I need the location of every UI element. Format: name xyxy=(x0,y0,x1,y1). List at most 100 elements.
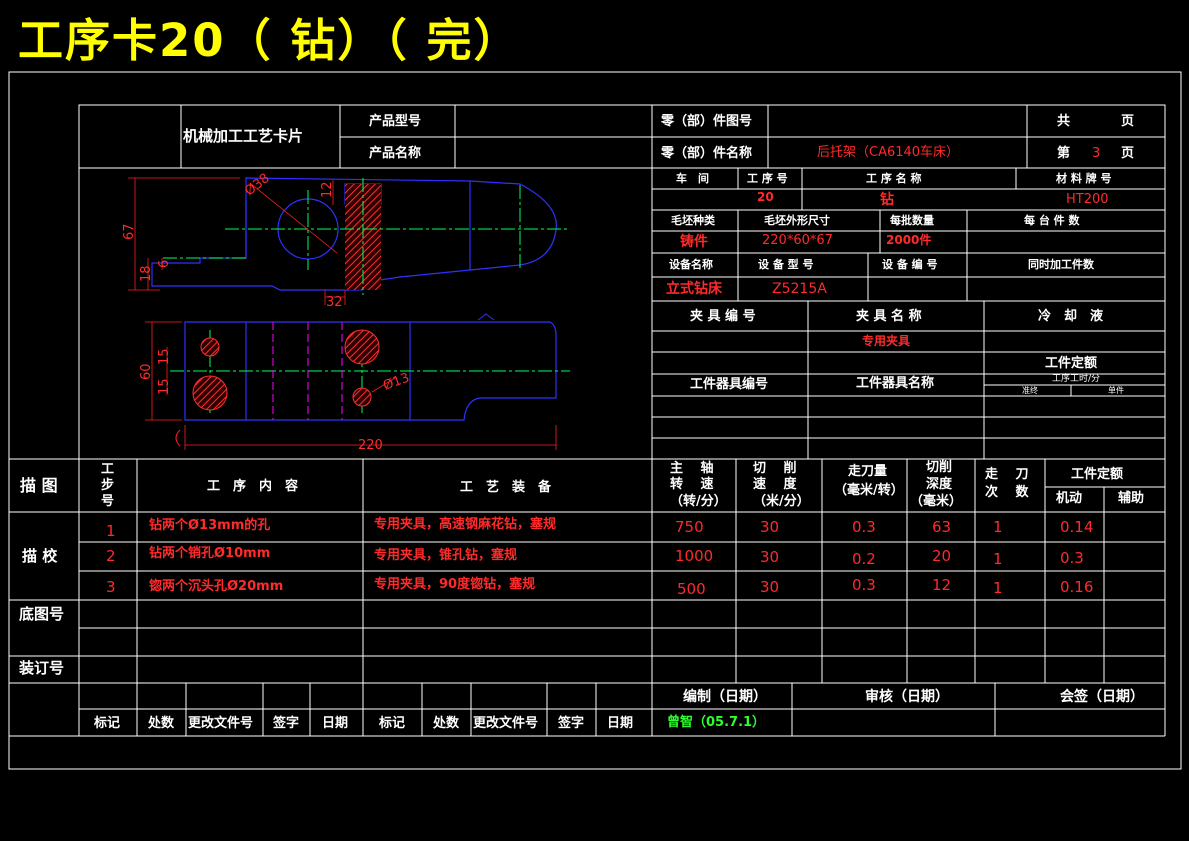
total-label: 共 xyxy=(1057,114,1071,129)
part-name-label: 零（部）件名称 xyxy=(661,146,753,161)
dim-6: 6 xyxy=(157,260,172,268)
product-model-label: 产品型号 xyxy=(369,114,422,129)
equip-no-label: 设 备 编 号 xyxy=(882,258,938,271)
step-content: 钻两个销孔Ø10mm xyxy=(149,546,271,561)
col-speed-3: （转/分） xyxy=(670,494,727,509)
tool-name-label: 工件器具名称 xyxy=(856,376,935,391)
dim-13: Ø13 xyxy=(381,371,411,394)
col-cut-1: 切 削 xyxy=(753,461,797,476)
op-name-value: 钻 xyxy=(880,192,894,208)
equip-name-label: 设备名称 xyxy=(669,258,713,271)
step-feed: 0.2 xyxy=(852,550,876,568)
hole-mark xyxy=(352,387,372,407)
prep-label: 准终 xyxy=(1022,386,1038,395)
dim-220: 220 xyxy=(358,438,383,453)
side-label-trace: 描 图 xyxy=(20,476,58,495)
dim-67: 67 xyxy=(122,223,137,240)
col-feed-2: （毫米/转） xyxy=(834,483,904,498)
step-equip: 专用夹具，锥孔钻，塞规 xyxy=(374,548,518,563)
op-no-value: 20 xyxy=(757,190,774,204)
step-no: 2 xyxy=(106,547,116,565)
material-value: HT200 xyxy=(1066,192,1109,207)
material-label: 材 料 牌 号 xyxy=(1056,172,1112,185)
product-name-label: 产品名称 xyxy=(369,146,422,161)
fixture-name-label: 夹 具 名 称 xyxy=(856,309,922,324)
step-equip: 专用夹具，高速钢麻花钻，塞规 xyxy=(374,517,557,532)
step-content: 锪两个沉头孔Ø20mm xyxy=(149,579,284,594)
dim-60: 60 xyxy=(139,363,154,380)
per-unit-label: 每 台 件 数 xyxy=(1024,214,1080,227)
batch-value: 2000件 xyxy=(886,233,932,247)
simul-label: 同时加工件数 xyxy=(1028,258,1094,271)
step-speed: 1000 xyxy=(675,547,714,565)
batch-label: 每批数量 xyxy=(890,214,934,227)
equip-name-value: 立式钻床 xyxy=(666,281,722,297)
part-name-value: 后托架（CA6140车床） xyxy=(817,145,960,160)
col-quota: 工件定额 xyxy=(1071,467,1124,482)
step-passes: 1 xyxy=(993,579,1003,597)
op-no-label: 工 序 号 xyxy=(747,172,788,185)
step-feed: 0.3 xyxy=(852,518,876,536)
step-no: 1 xyxy=(106,522,116,540)
step-cut: 30 xyxy=(760,578,780,596)
part-no-label: 零（部）件图号 xyxy=(661,114,753,129)
col-speed-2: 转 速 xyxy=(670,477,714,492)
step-machine: 0.16 xyxy=(1060,578,1094,596)
compiled-value: 曾智（05.7.1） xyxy=(667,715,766,730)
col-depth-3: （毫米） xyxy=(910,494,963,509)
footer-count-2: 处数 xyxy=(433,716,460,731)
footer-mark-2: 标记 xyxy=(379,716,406,731)
dim-38: Ø38 xyxy=(242,171,272,199)
step-cut: 30 xyxy=(760,518,780,536)
step-speed: 750 xyxy=(675,518,704,536)
equip-model-label: 设 备 型 号 xyxy=(758,258,814,271)
footer-sign-1: 签字 xyxy=(273,716,300,731)
dim-15a: 15 xyxy=(157,348,172,365)
single-label: 单件 xyxy=(1108,386,1124,395)
col-feed-1: 走刀量 xyxy=(848,464,888,479)
col-depth-2: 深度 xyxy=(926,477,953,492)
footer-change-1: 更改文件号 xyxy=(188,716,254,731)
step-passes: 1 xyxy=(993,550,1003,568)
compiled-label: 编制（日期） xyxy=(683,689,767,705)
footer-mark-1: 标记 xyxy=(94,716,121,731)
col-passes-2: 次 数 xyxy=(985,485,1029,500)
col-depth-1: 切削 xyxy=(926,460,953,475)
step-cut: 30 xyxy=(760,548,780,566)
quota-label: 工件定额 xyxy=(1045,356,1098,371)
dim-15b: 15 xyxy=(157,378,172,395)
page-value: 3 xyxy=(1092,146,1101,161)
page-unit-2: 页 xyxy=(1121,146,1135,161)
step-content: 钻两个Ø13mm的孔 xyxy=(149,518,271,533)
footer-change-2: 更改文件号 xyxy=(473,716,539,731)
blank-size-value: 220*60*67 xyxy=(762,233,833,248)
col-passes-1: 走 刀 xyxy=(985,467,1029,482)
col-content: 工 序 内 容 xyxy=(207,479,299,494)
step-machine: 0.14 xyxy=(1060,518,1094,536)
dim-12: 12 xyxy=(320,181,335,198)
col-equip: 工 艺 装 备 xyxy=(460,480,552,495)
review-label: 审核（日期） xyxy=(865,689,949,705)
col-machine: 机动 xyxy=(1056,491,1083,506)
side-label-binding-no: 装订号 xyxy=(19,659,65,677)
step-equip: 专用夹具，90度锪钻，塞规 xyxy=(374,577,536,592)
col-step: 工 步 号 xyxy=(101,462,115,509)
step-passes: 1 xyxy=(993,518,1003,536)
footer-date-1: 日期 xyxy=(322,716,349,731)
blank-type-value: 铸件 xyxy=(680,234,708,250)
fixture-no-label: 夹 具 编 号 xyxy=(690,309,756,324)
step-feed: 0.3 xyxy=(852,576,876,594)
col-cut-2: 速 度 xyxy=(753,477,797,492)
col-speed-1: 主 轴 xyxy=(670,461,714,476)
blank-size-label: 毛坯外形尺寸 xyxy=(764,214,830,227)
side-label-base-no: 底图号 xyxy=(19,605,65,623)
equip-model-value: Z5215A xyxy=(772,281,827,297)
sign-label: 会签（日期） xyxy=(1060,689,1144,705)
footer-count-1: 处数 xyxy=(148,716,175,731)
step-depth: 63 xyxy=(932,518,952,536)
part-drawing: 67 Ø38 12 18 6 32 60 15 15 Ø13 220 xyxy=(122,171,570,453)
blank-type-label: 毛坯种类 xyxy=(671,214,715,227)
hole-mark xyxy=(200,337,220,357)
step-speed: 500 xyxy=(677,580,706,598)
step-machine: 0.3 xyxy=(1060,549,1084,567)
